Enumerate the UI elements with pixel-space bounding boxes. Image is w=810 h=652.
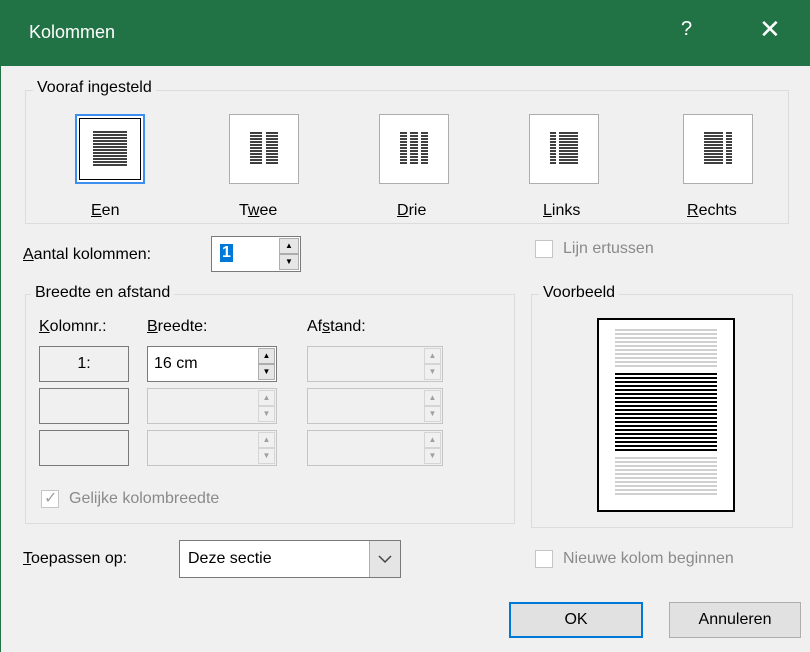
num-columns-spinner[interactable]: 1 ▲ ▼	[211, 236, 301, 272]
line-between-label: Lijn ertussen	[563, 240, 654, 257]
spin-up-icon: ▲	[258, 390, 275, 406]
spacing-input: ▲ ▼	[307, 388, 443, 424]
spacing-input: ▲ ▼	[307, 346, 443, 382]
num-columns-label: Aantal kolommen:	[23, 246, 152, 263]
right-column-icon	[704, 132, 732, 164]
num-columns-value[interactable]: 1	[220, 244, 233, 262]
presets-legend: Vooraf ingesteld	[33, 79, 156, 97]
spacing-spin-buttons: ▲ ▼	[424, 432, 441, 464]
preset-rechts-button[interactable]	[683, 114, 753, 184]
line-between-checkbox[interactable]	[535, 240, 553, 258]
close-icon[interactable]: ✕	[759, 14, 781, 45]
preset-links-button[interactable]	[529, 114, 599, 184]
help-icon[interactable]: ?	[681, 18, 692, 41]
spin-up-icon: ▲	[424, 432, 441, 448]
column-number-header: Kolomnr.:	[39, 318, 107, 335]
width-spin-buttons: ▲ ▼	[258, 390, 275, 422]
preset-twee-button[interactable]	[229, 114, 299, 184]
left-column-icon	[550, 132, 578, 164]
title-bar: Kolommen ? ✕	[1, 0, 810, 66]
spacing-input: ▲ ▼	[307, 430, 443, 466]
checkmark-icon: ✓	[44, 490, 58, 507]
new-column-label: Nieuwe kolom beginnen	[563, 550, 734, 567]
columns-dialog: Kolommen ? ✕ Vooraf ingesteld Een Twee D…	[0, 0, 810, 652]
three-columns-icon	[400, 132, 428, 164]
spin-up-icon[interactable]: ▲	[279, 238, 299, 254]
column-number-cell: 1:	[39, 346, 129, 382]
spin-down-icon[interactable]: ▼	[279, 254, 299, 270]
cancel-button[interactable]: Annuleren	[669, 602, 801, 638]
chevron-down-icon	[378, 555, 392, 564]
preset-een-button[interactable]	[75, 114, 145, 184]
new-column-checkbox[interactable]	[535, 550, 553, 568]
spin-up-icon[interactable]: ▲	[258, 348, 275, 364]
spin-down-icon: ▼	[424, 406, 441, 422]
two-columns-icon	[250, 132, 278, 164]
apply-to-label: Toepassen op:	[23, 550, 128, 567]
width-spacing-legend: Breedte en afstand	[31, 284, 175, 302]
column-number-cell	[39, 430, 129, 466]
ok-button[interactable]: OK	[509, 602, 643, 638]
apply-to-select[interactable]: Deze sectie	[179, 540, 401, 578]
equal-width-label: Gelijke kolombreedte	[69, 490, 220, 507]
spacing-spin-buttons: ▲ ▼	[424, 348, 441, 380]
spin-up-icon: ▲	[258, 432, 275, 448]
dialog-title: Kolommen	[29, 22, 116, 42]
one-column-icon	[93, 131, 127, 166]
equal-width-checkbox: ✓	[41, 490, 59, 508]
dropdown-button[interactable]	[369, 541, 400, 577]
preset-twee-label: Twee	[239, 202, 278, 219]
num-columns-spin-buttons[interactable]: ▲ ▼	[279, 238, 299, 270]
spin-down-icon: ▼	[258, 448, 275, 464]
width-input[interactable]: 16 cm ▲ ▼	[147, 346, 277, 382]
spin-down-icon: ▼	[424, 364, 441, 380]
preset-rechts-label: Rechts	[687, 202, 737, 219]
width-value[interactable]: 16 cm	[154, 355, 198, 373]
spacing-spin-buttons: ▲ ▼	[424, 390, 441, 422]
spin-up-icon: ▲	[424, 390, 441, 406]
preset-drie-label: Drie	[397, 202, 427, 219]
width-spin-buttons: ▲ ▼	[258, 432, 275, 464]
preview-page	[597, 318, 735, 512]
page-preview-icon	[615, 329, 717, 495]
preset-een-label: Een	[91, 202, 120, 219]
spin-down-icon[interactable]: ▼	[258, 364, 275, 380]
width-spin-buttons[interactable]: ▲ ▼	[258, 348, 275, 380]
spin-down-icon: ▼	[258, 406, 275, 422]
width-input: ▲ ▼	[147, 430, 277, 466]
spin-down-icon: ▼	[424, 448, 441, 464]
preview-legend: Voorbeeld	[539, 284, 620, 302]
apply-to-value: Deze sectie	[188, 550, 272, 567]
preset-drie-button[interactable]	[379, 114, 449, 184]
spacing-header: Afstand:	[307, 318, 366, 335]
width-input: ▲ ▼	[147, 388, 277, 424]
column-number-cell	[39, 388, 129, 424]
spin-up-icon: ▲	[424, 348, 441, 364]
width-header: Breedte:	[147, 318, 208, 335]
preset-links-label: Links	[543, 202, 581, 219]
